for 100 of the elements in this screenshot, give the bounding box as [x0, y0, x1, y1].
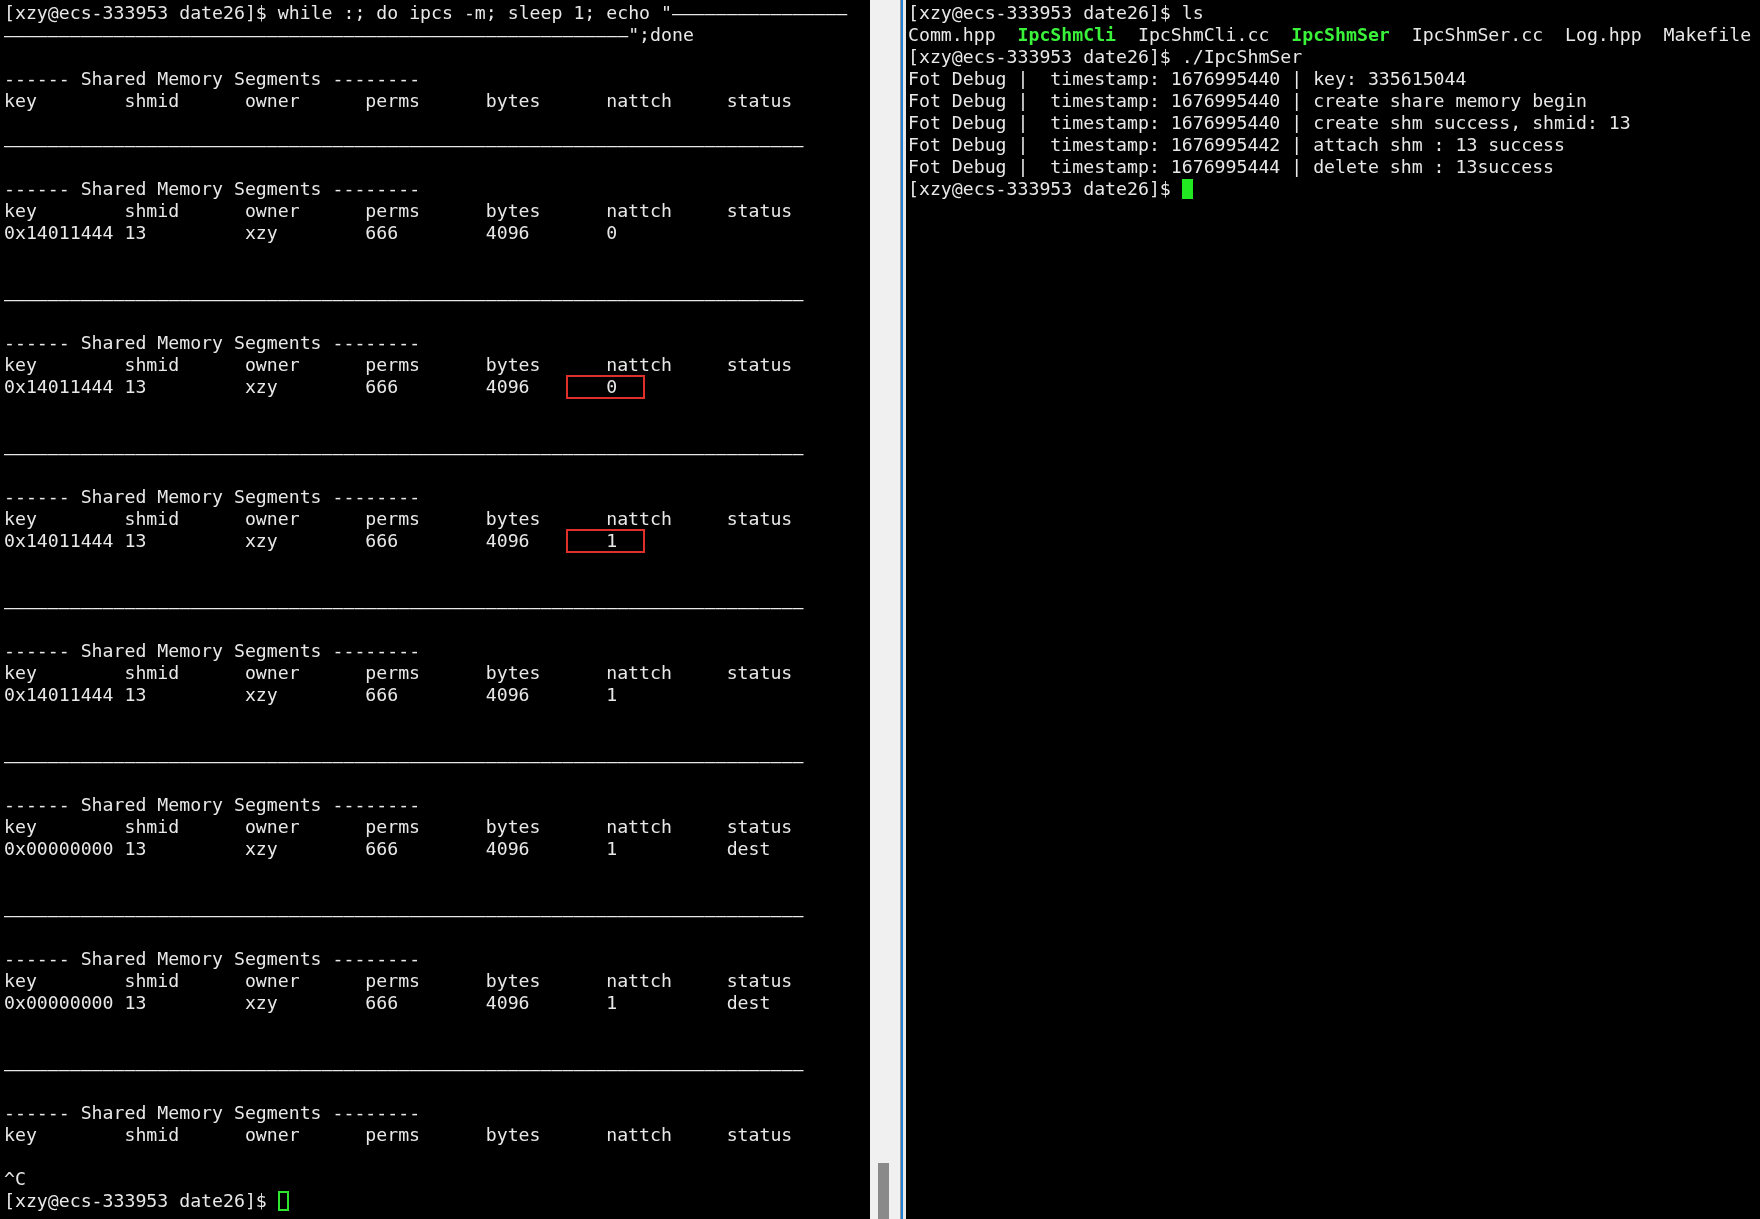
table-cell: 0x14011444 [4, 530, 114, 551]
column-header: key [4, 970, 37, 991]
column-header: bytes [485, 200, 541, 221]
table-cell: dest [726, 838, 771, 859]
file-name: Log.hpp [1565, 24, 1642, 46]
table-cell: 4096 [485, 376, 530, 397]
column-header: bytes [485, 354, 541, 375]
table-cell: 13 [124, 684, 147, 705]
table-cell: 13 [124, 992, 147, 1013]
column-header: owner [244, 508, 300, 529]
table-cell: 1 [606, 992, 618, 1013]
column-header: nattch [606, 816, 672, 837]
table-cell: 13 [124, 222, 147, 243]
column-header: key [4, 200, 37, 221]
column-header: nattch [606, 970, 672, 991]
column-header: perms [365, 90, 421, 111]
terminal-line: ^C [4, 1168, 26, 1190]
terminal-line: ------ Shared Memory Segments -------- [4, 332, 421, 354]
table-cell: 666 [365, 376, 399, 397]
column-header: owner [244, 354, 300, 375]
column-header: status [726, 508, 793, 529]
column-header: perms [365, 200, 421, 221]
terminal-line: ------ Shared Memory Segments -------- [4, 178, 421, 200]
shell-prompt: [xzy@ecs-333953 date26]$ [908, 178, 1171, 200]
table-cell: 0x14011444 [4, 222, 114, 243]
terminal-line: ————————————————————————————————————————————————————————————————————————— [4, 596, 804, 618]
column-header: owner [244, 90, 300, 111]
table-cell: 13 [124, 376, 147, 397]
column-header: nattch [606, 90, 672, 111]
table-cell: 13 [124, 530, 147, 551]
terminal-line: [xzy@ecs-333953 date26]$ ls [908, 2, 1204, 24]
column-header: key [4, 508, 37, 529]
column-header: bytes [485, 508, 541, 529]
table-cell: 0x00000000 [4, 838, 114, 859]
column-header: shmid [124, 200, 180, 221]
column-header: perms [365, 970, 421, 991]
column-header: shmid [124, 816, 180, 837]
terminal-line: ————————————————————————————————————————————————————————————————————————— [4, 134, 804, 156]
table-cell: 0x00000000 [4, 992, 114, 1013]
terminal-line: Fot Debug | timestamp: 1676995440 | key: 335615044 [908, 68, 1467, 90]
column-header: perms [365, 1124, 421, 1145]
column-header: shmid [124, 354, 180, 375]
terminal-line: —————————————————————————————————————————————————————————";done [4, 24, 694, 46]
column-header: owner [244, 1124, 300, 1145]
file-name: IpcShmCli.cc [1137, 24, 1270, 46]
column-header: nattch [606, 508, 672, 529]
column-header: bytes [485, 970, 541, 991]
scrollbar-thumb[interactable] [878, 1163, 889, 1219]
column-header: shmid [124, 662, 180, 683]
table-cell: 0x14011444 [4, 376, 114, 397]
table-cell: xzy [244, 684, 278, 705]
table-cell: dest [726, 992, 771, 1013]
column-header: key [4, 354, 37, 375]
terminal-line: Fot Debug | timestamp: 1676995440 | create shm success, shmid: 13 [908, 112, 1631, 134]
table-cell: xzy [244, 530, 278, 551]
column-header: status [726, 354, 793, 375]
shell-prompt: [xzy@ecs-333953 date26]$ [4, 1190, 267, 1212]
file-name: Comm.hpp [908, 24, 996, 46]
scrollbar[interactable] [870, 0, 897, 1219]
column-header: nattch [606, 662, 672, 683]
terminal-line: ————————————————————————————————————————————————————————————————————————— [4, 904, 804, 926]
column-header: status [726, 662, 793, 683]
table-cell: xzy [244, 838, 278, 859]
terminal-line: ————————————————————————————————————————————————————————————————————————— [4, 288, 804, 310]
table-cell: 4096 [485, 992, 530, 1013]
column-header: owner [244, 200, 300, 221]
column-header: owner [244, 662, 300, 683]
column-header: bytes [485, 90, 541, 111]
column-header: perms [365, 354, 421, 375]
terminal-line: ------ Shared Memory Segments -------- [4, 640, 421, 662]
table-cell: 666 [365, 838, 399, 859]
column-header: status [726, 816, 793, 837]
column-header: perms [365, 508, 421, 529]
terminal-line: Fot Debug | timestamp: 1676995440 | create share memory begin [908, 90, 1587, 112]
column-header: bytes [485, 1124, 541, 1145]
table-cell: 4096 [485, 684, 530, 705]
file-name: IpcShmCli [1017, 24, 1117, 46]
column-header: key [4, 662, 37, 683]
column-header: perms [365, 662, 421, 683]
terminal-line: ————————————————————————————————————————————————————————————————————————— [4, 750, 804, 772]
table-cell: 4096 [485, 838, 530, 859]
terminal-line: [xzy@ecs-333953 date26]$ ./IpcShmSer [908, 46, 1303, 68]
file-name: Makefile [1663, 24, 1752, 46]
table-cell: 666 [365, 222, 399, 243]
terminal-line: ------ Shared Memory Segments -------- [4, 794, 421, 816]
terminal-line: ------ Shared Memory Segments -------- [4, 68, 421, 90]
terminal-line: Fot Debug | timestamp: 1676995444 | delete shm : 13success [908, 156, 1555, 178]
terminal-line: ————————————————————————————————————————————————————————————————————————— [4, 1058, 804, 1080]
column-header: shmid [124, 1124, 180, 1145]
table-cell: xzy [244, 992, 278, 1013]
column-header: key [4, 1124, 37, 1145]
column-header: nattch [606, 1124, 672, 1145]
column-header: owner [244, 816, 300, 837]
column-header: shmid [124, 90, 180, 111]
file-name: IpcShmSer [1291, 24, 1390, 46]
column-header: owner [244, 970, 300, 991]
terminal-line: ------ Shared Memory Segments -------- [4, 948, 421, 970]
column-header: key [4, 90, 37, 111]
table-cell: 1 [606, 530, 618, 551]
column-header: nattch [606, 354, 672, 375]
